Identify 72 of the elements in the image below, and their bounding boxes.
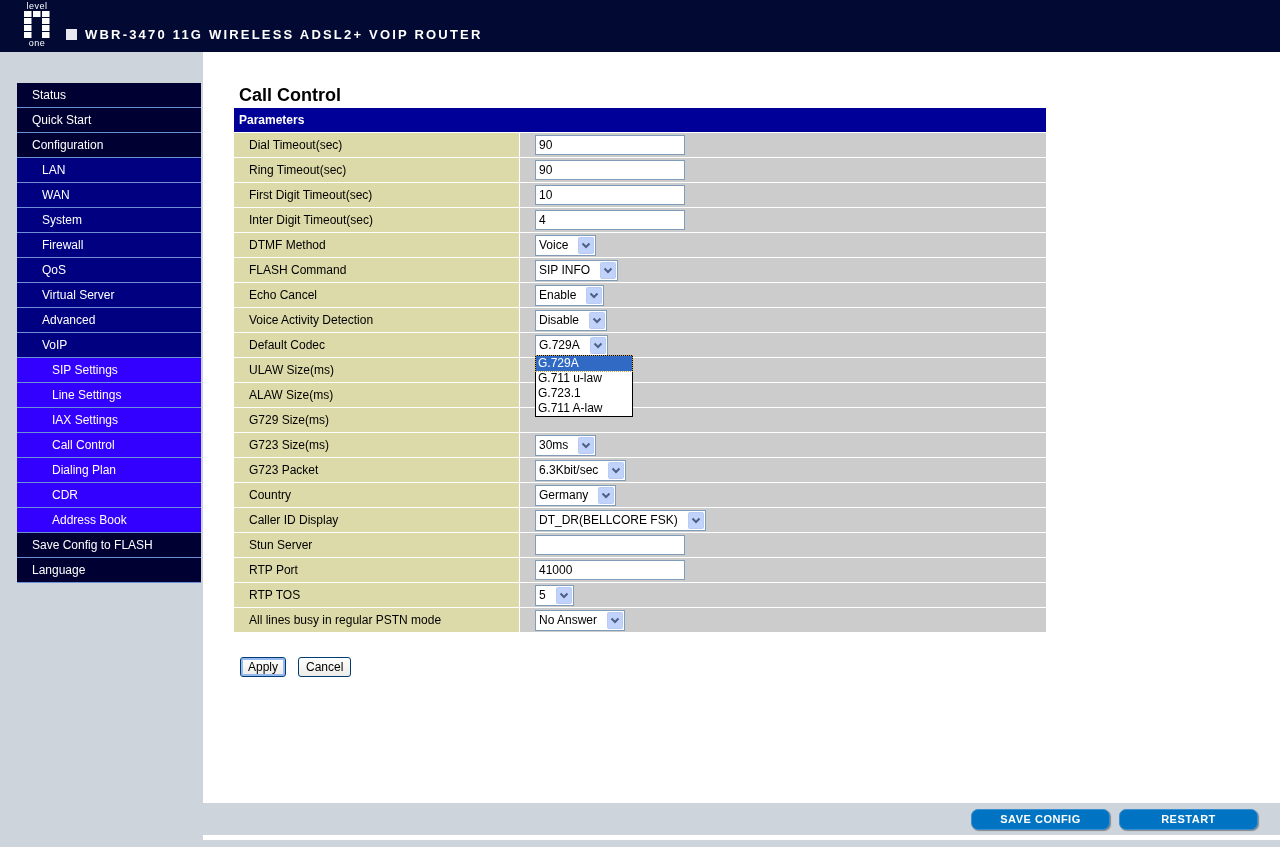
dropdown[interactable]: SIP INFO xyxy=(535,259,619,281)
parameter-label: G723 Packet xyxy=(234,458,520,482)
footer-button[interactable]: SAVE CONFIG xyxy=(971,808,1110,830)
sidebar-item[interactable]: Advanced xyxy=(17,308,201,333)
sidebar-item[interactable]: WAN xyxy=(17,183,201,208)
dropdown[interactable]: No Answer xyxy=(535,609,626,631)
sidebar-item[interactable]: QoS xyxy=(17,258,201,283)
form-button[interactable]: Apply xyxy=(240,657,287,677)
product-title: WBR-3470 11G WIRELESS ADSL2+ VOIP ROUTER xyxy=(85,27,483,42)
dropdown-option[interactable]: G.729A xyxy=(536,356,632,371)
dropdown-option[interactable]: G.723.1 xyxy=(536,386,632,401)
text-field[interactable]: 90 xyxy=(535,160,685,180)
logo-grid-icon xyxy=(24,11,50,39)
parameter-label: G723 Size(ms) xyxy=(234,433,520,457)
parameter-label: Country xyxy=(234,483,520,507)
dropdown[interactable]: G.729A xyxy=(535,334,608,356)
text-field[interactable]: 10 xyxy=(535,185,685,205)
parameter-label: Echo Cancel xyxy=(234,283,520,307)
page-title: Call Control xyxy=(239,85,342,106)
table-header: Parameters xyxy=(234,108,1046,133)
text-field[interactable]: 41000 xyxy=(535,560,685,580)
parameter-label: DTMF Method xyxy=(234,233,520,257)
sidebar-item[interactable]: System xyxy=(17,208,201,233)
text-field[interactable] xyxy=(535,535,685,555)
dropdown[interactable]: Germany xyxy=(535,484,617,506)
parameter-label: RTP TOS xyxy=(234,583,520,607)
parameter-label: Ring Timeout(sec) xyxy=(234,158,520,182)
parameter-label: ALAW Size(ms) xyxy=(234,383,520,407)
sidebar-item[interactable]: Save Config to FLASH xyxy=(17,533,201,558)
dropdown[interactable]: 5 xyxy=(535,584,574,606)
dropdown[interactable]: 30ms xyxy=(535,434,597,456)
sidebar-item[interactable]: IAX Settings xyxy=(17,408,201,433)
sidebar-item[interactable]: LAN xyxy=(17,158,201,183)
text-field[interactable]: 90 xyxy=(535,135,685,155)
dropdown[interactable]: 6.3Kbit/sec xyxy=(535,459,627,481)
parameter-label: G729 Size(ms) xyxy=(234,408,520,432)
logo-text: level xyxy=(26,2,48,11)
parameter-label: RTP Port xyxy=(234,558,520,582)
sidebar-item[interactable]: SIP Settings xyxy=(17,358,201,383)
parameter-label: Stun Server xyxy=(234,533,520,557)
parameter-label: First Digit Timeout(sec) xyxy=(234,183,520,207)
parameter-label: All lines busy in regular PSTN mode xyxy=(234,608,520,632)
parameter-label: Voice Activity Detection xyxy=(234,308,520,332)
sidebar-item[interactable]: Virtual Server xyxy=(17,283,201,308)
dropdown[interactable]: DT_DR(BELLCORE FSK) xyxy=(535,509,706,531)
parameter-label: Caller ID Display xyxy=(234,508,520,532)
dropdown[interactable]: Voice xyxy=(535,234,597,256)
sidebar-item[interactable]: CDR xyxy=(17,483,201,508)
dropdown[interactable]: Enable xyxy=(535,284,605,306)
footer-button[interactable]: RESTART xyxy=(1119,808,1258,830)
logo-text: one xyxy=(28,39,46,48)
form-button[interactable]: Cancel xyxy=(298,657,352,677)
sidebar-item[interactable]: Language xyxy=(17,558,201,583)
dropdown-option[interactable]: G.711 u-law xyxy=(536,371,632,386)
square-icon xyxy=(66,29,77,40)
text-field[interactable]: 4 xyxy=(535,210,685,230)
sidebar-item[interactable]: Quick Start xyxy=(17,108,201,133)
parameter-label: FLASH Command xyxy=(234,258,520,282)
dropdown[interactable]: Disable xyxy=(535,309,608,331)
sidebar-item[interactable]: VoIP xyxy=(17,333,201,358)
dropdown-option[interactable]: G.711 A-law xyxy=(536,401,632,416)
parameter-label: Default Codec xyxy=(234,333,520,357)
sidebar-item[interactable]: Status xyxy=(17,83,201,108)
sidebar-item[interactable]: Line Settings xyxy=(17,383,201,408)
sidebar-item[interactable]: Dialing Plan xyxy=(17,458,201,483)
parameter-label: ULAW Size(ms) xyxy=(234,358,520,382)
sidebar-item[interactable]: Configuration xyxy=(17,133,201,158)
sidebar-item[interactable]: Firewall xyxy=(17,233,201,258)
parameter-label: Inter Digit Timeout(sec) xyxy=(234,208,520,232)
sidebar-item[interactable]: Call Control xyxy=(17,433,201,458)
parameter-label: Dial Timeout(sec) xyxy=(234,133,520,157)
sidebar-item[interactable]: Address Book xyxy=(17,508,201,533)
